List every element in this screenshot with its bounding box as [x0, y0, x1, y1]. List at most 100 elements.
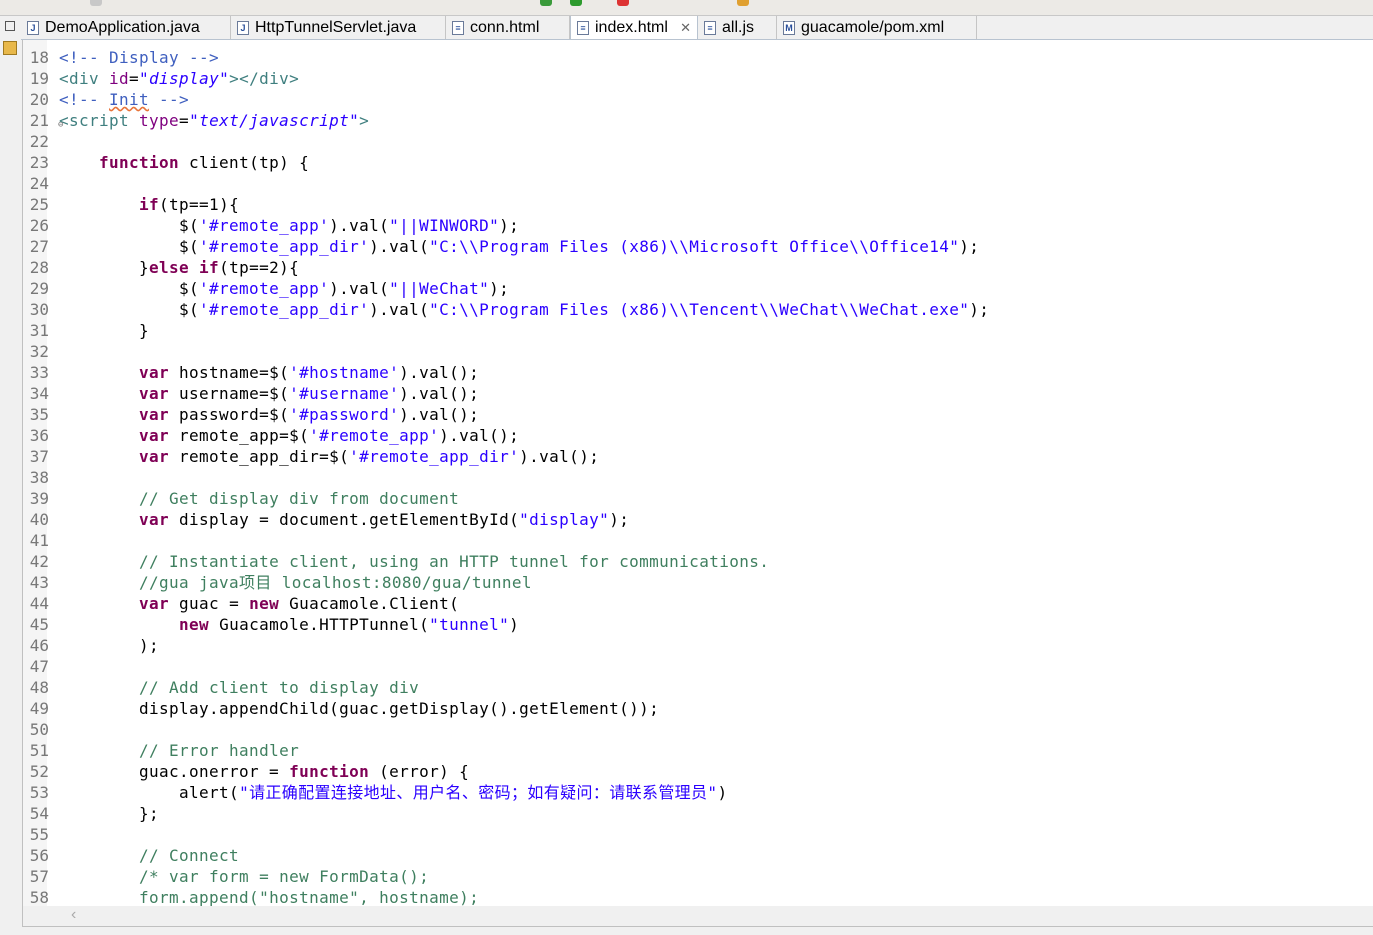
line-number: 23 [29, 153, 49, 172]
code-line: 53 alert("请正确配置连接地址、用户名、密码；如有疑问：请联系管理员") [23, 782, 989, 803]
tab-label: index.html [595, 19, 668, 36]
code-line: 19 <div id="display"></div> [23, 68, 989, 89]
code-token: <script [59, 111, 140, 130]
code-token: "||WINWORD" [389, 216, 500, 235]
tab-httptunnelservlet-java[interactable]: J HttpTunnelServlet.java [231, 16, 446, 39]
code-token: } [59, 321, 150, 340]
code-line: 28 }else if(tp==2){ [23, 257, 989, 278]
code-line: 39 // Get display div from document [23, 488, 989, 509]
line-number: 55 [29, 825, 49, 844]
run-icon[interactable] [540, 0, 552, 6]
file-icon: M [783, 21, 795, 35]
line-number: 34 [29, 384, 49, 403]
code-token: ); [489, 279, 510, 298]
line-number: 53 [29, 783, 49, 802]
debug-icon[interactable] [570, 0, 582, 6]
code-token: = [129, 69, 140, 88]
code-token: var [139, 384, 170, 403]
close-tab-icon[interactable]: ✕ [680, 16, 691, 39]
tab-demoapplication-java[interactable]: J DemoApplication.java [21, 16, 231, 39]
code-token: display.appendChild(guac.getDisplay().ge… [59, 699, 660, 718]
code-token: // Add client to display div [139, 678, 420, 697]
code-line: 58 form.append("hostname", hostname); [23, 887, 989, 906]
line-number: 56 [29, 846, 49, 865]
code-token: function [289, 762, 370, 781]
code-token: remote_app=$( [169, 426, 310, 445]
code-line: 51 // Error handler [23, 740, 989, 761]
code-token: $( [59, 300, 200, 319]
code-token: } [59, 258, 150, 277]
line-number: 46 [29, 636, 49, 655]
code-line: 36 var remote_app=$('#remote_app').val()… [23, 425, 989, 446]
code-token: '#remote_app_dir' [199, 300, 370, 319]
line-number: 27 [29, 237, 49, 256]
code-token: // Get display div from document [139, 489, 460, 508]
file-icon: J [237, 21, 249, 35]
tab-label: HttpTunnelServlet.java [255, 19, 417, 36]
code-content[interactable]: 18 <!-- Display --> 19 <div id="display"></… [23, 47, 989, 906]
code-line: 48 // Add client to display div [23, 677, 989, 698]
tab-conn-html[interactable]: ≡ conn.html [446, 16, 570, 39]
code-token: ) [717, 783, 728, 802]
code-token: /* var form = new FormData(); [139, 867, 430, 886]
stop-icon[interactable] [617, 0, 629, 6]
line-number: 42 [29, 552, 49, 571]
code-editor[interactable]: 18 <!-- Display --> 19 <div id="display"></… [22, 40, 1373, 906]
code-line: 45 new Guacamole.HTTPTunnel("tunnel") [23, 614, 989, 635]
code-line: 41 [23, 530, 989, 551]
code-token: ).val( [329, 216, 390, 235]
code-token: "C:\\Program Files (x86)\\Microsoft Offi… [429, 237, 960, 256]
scroll-left-icon[interactable]: ‹ [71, 906, 76, 924]
code-line: 21 ⊖ <script type="text/javascript"> [23, 110, 989, 131]
code-token: Guacamole.Client( [279, 594, 460, 613]
code-token: (tp==1){ [159, 195, 240, 214]
code-token: new [249, 594, 280, 613]
line-number: 35 [29, 405, 49, 424]
code-token: ).val(); [399, 405, 480, 424]
code-token: (error) { [369, 762, 470, 781]
code-token: "||WeChat" [389, 279, 490, 298]
code-token: var [139, 594, 170, 613]
code-line: 23 function client(tp) { [23, 152, 989, 173]
code-token: ) [509, 615, 520, 634]
code-token: "tunnel" [429, 615, 510, 634]
code-token: }; [59, 804, 160, 823]
tab-guacamole-pom-xml[interactable]: Mguacamole/pom.xml [777, 16, 977, 39]
line-number: 54 [29, 804, 49, 823]
line-number: 39 [29, 489, 49, 508]
tab-index-html[interactable]: ≡ index.html ✕ [570, 16, 698, 39]
code-token: else if [149, 258, 220, 277]
code-token: remote_app_dir=$( [169, 447, 350, 466]
code-token: '#remote_app' [199, 216, 330, 235]
code-token: (tp==2){ [219, 258, 300, 277]
folder-icon[interactable] [737, 0, 749, 6]
line-number: 33 [29, 363, 49, 382]
code-line: 32 [23, 341, 989, 362]
tab-all-js[interactable]: ≡ all.js [698, 16, 777, 39]
line-number: 43 [29, 573, 49, 592]
tab-label: all.js [722, 19, 755, 36]
tab-label: conn.html [470, 19, 540, 36]
code-line: 27 $('#remote_app_dir').val("C:\\Program… [23, 236, 989, 257]
code-token: //gua java项目 localhost:8080/gua/tunnel [139, 573, 532, 592]
code-token: "请正确配置连接地址、用户名、密码；如有疑问：请联系管理员" [239, 783, 718, 802]
code-token: alert( [59, 783, 240, 802]
tab-label: DemoApplication.java [45, 19, 200, 36]
code-line: 26 $('#remote_app').val("||WINWORD"); [23, 215, 989, 236]
code-token: ); [499, 216, 520, 235]
line-number: 40 [29, 510, 49, 529]
toolbar-icon[interactable] [90, 0, 102, 6]
code-line: 29 $('#remote_app').val("||WeChat"); [23, 278, 989, 299]
left-trim [0, 16, 21, 934]
code-line: 57 /* var form = new FormData(); [23, 866, 989, 887]
package-explorer-icon[interactable] [3, 41, 17, 55]
horizontal-scrollbar[interactable]: ‹ [22, 906, 1373, 926]
code-token: "C:\\Program Files (x86)\\Tencent\\WeCha… [429, 300, 970, 319]
restore-icon[interactable] [5, 21, 15, 31]
code-line: 43 //gua java项目 localhost:8080/gua/tunne… [23, 572, 989, 593]
